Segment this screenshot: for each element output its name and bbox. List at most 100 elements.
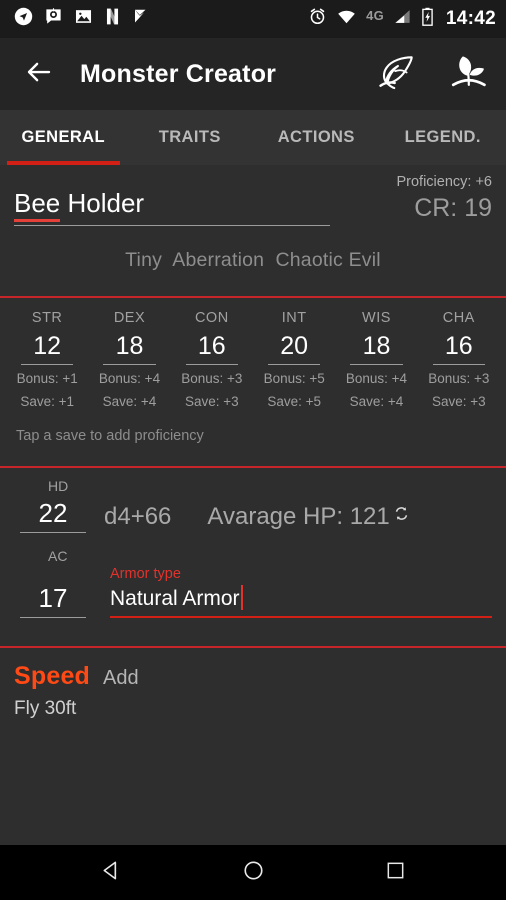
- monster-name-field[interactable]: Bee Holder: [14, 186, 342, 226]
- hd-count-field[interactable]: 22: [14, 497, 92, 533]
- ability-con-score[interactable]: 16: [174, 330, 250, 363]
- ability-str-score[interactable]: 12: [9, 330, 85, 363]
- tab-general-label: GENERAL: [21, 128, 105, 146]
- hd-count-value: 22: [38, 498, 68, 528]
- sprout-plant-icon: [445, 50, 489, 99]
- ability-int-underline: [267, 364, 321, 365]
- page-title: Monster Creator: [80, 59, 277, 88]
- nav-home-button[interactable]: [225, 850, 281, 896]
- armor-type-label: Armor type: [110, 566, 181, 582]
- ability-str: STR 12 Bonus: +1 Save: +1: [6, 308, 88, 411]
- app-bar-actions: [374, 51, 490, 97]
- hd-label: HD: [48, 478, 69, 494]
- armor-type-field[interactable]: Armor type Natural Armor: [110, 565, 492, 618]
- ability-dex-bonus: Bonus: +4: [98, 371, 161, 386]
- save-proficiency-hint: Tap a save to add proficiency: [16, 428, 204, 444]
- ability-int-bonus: Bonus: +5: [263, 371, 325, 386]
- network-type-label: 4G: [366, 7, 384, 23]
- location-arrow-icon: [14, 7, 33, 31]
- refresh-reroll-icon[interactable]: [393, 498, 410, 520]
- monster-alignment[interactable]: Chaotic Evil: [275, 249, 380, 271]
- ability-wis-score[interactable]: 18: [338, 330, 414, 363]
- monster-creator-screen: 4G 14:42 Monster Creator GENERAL TRAITS …: [0, 0, 506, 900]
- monster-name-value: Bee Holder: [14, 186, 330, 225]
- ability-cha-save[interactable]: Save: +3: [421, 393, 497, 411]
- ac-value-underline: [20, 617, 86, 618]
- monster-size[interactable]: Tiny: [125, 249, 162, 271]
- proficiency-label: Proficiency: +6: [396, 174, 492, 190]
- tab-actions[interactable]: ACTIONS: [253, 110, 380, 165]
- task-check-icon: [132, 7, 150, 31]
- tab-legendary-label: LEGEND.: [404, 128, 481, 146]
- ability-int-save[interactable]: Save: +5: [256, 393, 332, 411]
- nav-recents-button[interactable]: [367, 850, 423, 896]
- ability-dex-label: DEX: [113, 310, 146, 326]
- tab-traits[interactable]: TRAITS: [127, 110, 254, 165]
- tab-traits-label: TRAITS: [158, 128, 221, 146]
- ability-int: INT 20 Bonus: +5 Save: +5: [253, 308, 335, 411]
- ability-wis-underline: [350, 364, 403, 365]
- average-hp-text: Avarage HP: 121: [207, 503, 390, 530]
- average-hp-label: Avarage HP: 121: [207, 500, 407, 533]
- status-bar-left-icons: [14, 7, 150, 31]
- tab-legendary[interactable]: LEGEND.: [380, 110, 506, 165]
- tab-general[interactable]: GENERAL: [0, 110, 127, 165]
- ability-str-label: STR: [31, 310, 63, 326]
- challenge-rating-value[interactable]: CR: 19: [342, 192, 492, 224]
- status-bar: 4G 14:42: [0, 0, 506, 38]
- battery-charging-icon: [421, 7, 434, 31]
- photo-icon: [74, 7, 93, 31]
- name-section: Bee Holder Proficiency: +6 CR: 19: [0, 165, 506, 226]
- ability-str-underline: [21, 364, 74, 365]
- monster-name-rest: Holder: [60, 188, 145, 218]
- arrow-left-icon: [24, 57, 54, 92]
- ability-str-save[interactable]: Save: +1: [9, 393, 85, 411]
- tab-bar: GENERAL TRAITS ACTIONS LEGEND.: [0, 110, 506, 165]
- nav-recents-square-icon: [385, 860, 406, 886]
- monster-name-misspelled-word: Bee: [14, 188, 61, 222]
- ability-scores-section: STR 12 Bonus: +1 Save: +1 DEX 18 Bonus: …: [0, 298, 506, 444]
- ability-dex-underline: [103, 364, 156, 365]
- ability-dex-score[interactable]: 18: [91, 330, 167, 363]
- ability-con-save[interactable]: Save: +3: [174, 393, 250, 411]
- ability-cha: CHA 16 Bonus: +3 Save: +3: [418, 308, 500, 411]
- ability-con-bonus: Bonus: +3: [181, 371, 243, 386]
- ability-con-underline: [185, 364, 238, 365]
- armor-type-underline: [110, 616, 492, 618]
- hit-dice-section: HD 22 d4+66 Avarage HP: 121: [0, 468, 506, 533]
- ability-wis-bonus: Bonus: +4: [345, 371, 408, 386]
- hd-count-underline: [20, 532, 86, 533]
- hd-die-formula[interactable]: d4+66: [104, 500, 171, 533]
- speed-heading: Speed: [14, 662, 91, 690]
- ability-cha-label: CHA: [442, 310, 475, 326]
- sprout-plant-button[interactable]: [444, 51, 490, 97]
- back-button[interactable]: [18, 53, 60, 95]
- speed-entry[interactable]: Fly 30ft: [14, 698, 492, 720]
- ability-int-score[interactable]: 20: [256, 330, 332, 363]
- ability-dex: DEX 18 Bonus: +4 Save: +4: [88, 308, 170, 411]
- netflix-n-icon: [104, 7, 121, 31]
- monster-type[interactable]: Aberration: [172, 249, 264, 271]
- speed-add-button[interactable]: Add: [103, 667, 139, 690]
- ability-int-label: INT: [281, 310, 307, 326]
- feather-quill-icon: [375, 50, 419, 99]
- nav-back-button[interactable]: [83, 850, 139, 896]
- armor-type-value: Natural Armor: [110, 587, 240, 610]
- armor-class-section: AC 17 Armor type Natural Armor: [0, 533, 506, 618]
- ability-dex-save[interactable]: Save: +4: [91, 393, 167, 411]
- cell-signal-icon: [393, 7, 412, 31]
- ability-wis: WIS 18 Bonus: +4 Save: +4: [335, 308, 417, 411]
- nav-back-triangle-icon: [100, 859, 123, 887]
- status-bar-right-icons: 4G 14:42: [308, 7, 496, 31]
- feather-quill-button[interactable]: [374, 51, 420, 97]
- ability-str-bonus: Bonus: +1: [16, 371, 78, 386]
- alarm-clock-icon: [308, 7, 327, 31]
- android-nav-bar: [0, 845, 506, 900]
- ac-label: AC: [48, 548, 68, 564]
- ability-wis-save[interactable]: Save: +4: [338, 393, 414, 411]
- ability-cha-score[interactable]: 16: [421, 330, 497, 363]
- name-field-underline: [14, 225, 330, 226]
- ability-con: CON 16 Bonus: +3 Save: +3: [171, 308, 253, 411]
- ac-value-field[interactable]: 17: [14, 582, 92, 618]
- app-bar: Monster Creator: [0, 38, 506, 110]
